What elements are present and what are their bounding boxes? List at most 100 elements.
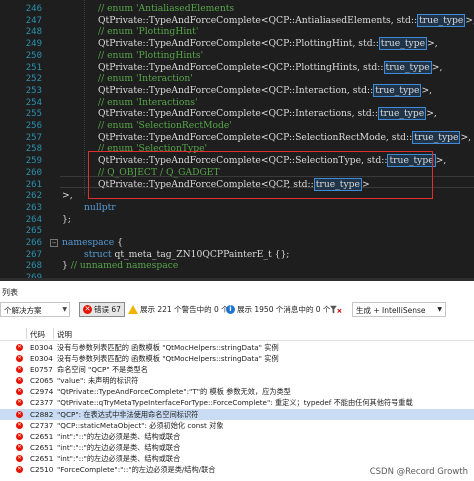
line-number: 265 (25, 226, 42, 237)
code-token: >, (435, 155, 447, 167)
fold-toggle[interactable]: − (50, 239, 58, 247)
line-number: 258 (25, 144, 42, 155)
line-number: 268 (25, 261, 42, 272)
error-icon: ✕ (16, 421, 23, 429)
code-line[interactable]: // enum 'SelectionRectMode' (98, 120, 232, 131)
code-line[interactable]: QtPrivate::TypeAndForceComplete<QCP::Ant… (98, 13, 474, 27)
code-line[interactable]: QtPrivate::TypeAndForceComplete<QCP::Plo… (98, 60, 442, 74)
error-description: 命名空间 "QCP" 不是类型名 (57, 365, 148, 375)
code-token: // enum 'Interactions' (98, 96, 198, 108)
error-description: "int":"::"的左边必须是类、结构或联合 (57, 442, 181, 452)
line-number: 252 (25, 74, 42, 85)
code-line[interactable]: QtPrivate::TypeAndForceComplete<QCP::Plo… (98, 37, 438, 51)
line-number: 251 (25, 62, 42, 73)
warnings-filter-button[interactable]: 展示 221 个警告中的 0 个 (124, 302, 233, 317)
error-code: C2510 (30, 465, 54, 475)
code-line[interactable]: namespace { (62, 237, 123, 248)
code-token: QtPrivate::TypeAndForceComplete<QCP::Plo… (98, 61, 384, 73)
code-token: // enum 'Interaction' (98, 73, 193, 85)
code-token: qt_meta_tag_ZN10QCPPainterE_t {}; (111, 248, 290, 260)
code-line[interactable]: QtPrivate::TypeAndForceComplete<QCP::Sel… (98, 130, 471, 144)
column-description[interactable]: 说明 (57, 329, 72, 340)
code-line[interactable]: struct qt_meta_tag_ZN10QCPPainterE_t {}; (84, 249, 289, 260)
error-code: C2065 (30, 376, 54, 386)
highlighted-token: true_type (378, 37, 428, 51)
code-line[interactable]: // enum 'PlottingHints' (98, 50, 203, 61)
table-row[interactable]: ✕ E0304 没有与参数列表匹配的 函数模板 "QtMocHelpers::str… (0, 353, 474, 364)
code-editor[interactable]: 246 247 248 249 250 251 252 253 254 255 256 257 258 2… (0, 0, 474, 278)
code-line[interactable]: nullptr (84, 202, 116, 213)
highlighted-token: true_type (373, 83, 422, 97)
code-token: namespace (62, 237, 115, 248)
errors-filter-button[interactable]: ✕ 错误 67 (79, 302, 125, 317)
chevron-down-icon: ▼ (437, 306, 442, 313)
error-description: "value": 未声明的标识符 (57, 376, 139, 386)
error-icon: ✕ (16, 388, 23, 396)
code-token: QtPrivate::TypeAndForceComplete<QCP::Plo… (98, 38, 379, 50)
line-number: 260 (25, 167, 42, 178)
highlighted-token: true_type (412, 130, 461, 144)
error-icon: ✕ (16, 432, 23, 440)
column-code[interactable]: 代码 (30, 329, 45, 340)
build-source-dropdown[interactable]: 生成 + IntelliSense ▼ (352, 302, 446, 317)
error-icon: ✕ (83, 305, 92, 314)
table-row[interactable]: ✕ C2651 "int":"::"的左边必须是类、结构或联合 (0, 431, 474, 442)
code-line[interactable]: // enum 'Interaction' (98, 73, 193, 84)
code-token: QtPrivate::TypeAndForceComplete<QCP::Ant… (98, 14, 418, 26)
code-line[interactable]: QtPrivate::TypeAndForceComplete<QCP::Int… (98, 83, 433, 97)
code-token: QtPrivate::TypeAndForceComplete<QCP::Int… (98, 108, 378, 120)
build-source-label: 生成 + IntelliSense (356, 306, 426, 315)
error-code: E0304 (30, 343, 53, 352)
code-line[interactable]: QtPrivate::TypeAndForceComplete<QCP::Int… (98, 107, 437, 121)
code-line[interactable]: // enum 'Interactions' (98, 97, 198, 108)
scope-dropdown[interactable]: 个解决方案 ▼ (0, 302, 70, 317)
panel-title: 列表 (2, 288, 18, 297)
code-line[interactable]: } // unnamed namespace (62, 260, 178, 271)
error-description: "int":"::"的左边必须是类、结构或联合 (57, 431, 181, 441)
code-line[interactable]: >, (62, 190, 73, 201)
line-number: 247 (25, 15, 42, 26)
code-token: // enum 'PlottingHints' (98, 49, 204, 61)
clear-filter-icon[interactable] (326, 302, 346, 317)
error-icon: ✕ (16, 466, 23, 474)
table-row[interactable]: ✕ C2974 "QtPrivate::TypeAndForceComplete":… (0, 386, 474, 397)
error-list-toolbar: 个解决方案 ▼ ✕ 错误 67 展示 221 个警告中的 0 个 i 展示 19… (0, 298, 474, 320)
error-list-panel: 列表 个解决方案 ▼ ✕ 错误 67 展示 221 个警告中的 0 个 i 展示… (0, 281, 474, 481)
code-line[interactable]: // enum 'PlottingHint' (98, 26, 198, 37)
table-row[interactable]: ✕ C2651 "int":"::"的左边必须是类、结构或联合 (0, 453, 474, 464)
error-description: "QtPrivate::qTryMetaTypeInterfaceForType… (57, 398, 413, 408)
error-icon: ✕ (16, 355, 23, 363)
code-line[interactable]: // enum 'AntialiasedElements (98, 3, 234, 14)
error-list-header: 代码 说明 (0, 327, 474, 341)
error-icon: ✕ (16, 366, 23, 374)
table-row[interactable]: ✕ C2065 "value": 未声明的标识符 (0, 375, 474, 386)
error-icon: ✕ (16, 377, 23, 385)
code-token: { (114, 237, 123, 248)
line-number: 250 (25, 50, 42, 61)
table-row[interactable]: ✕ C2737 "QCP::staticMetaObject": 必须初始化 con… (0, 420, 474, 431)
code-token: >, (427, 38, 438, 50)
chevron-down-icon: ▼ (62, 306, 67, 313)
line-number: 255 (25, 109, 42, 120)
code-token: struct (84, 248, 112, 260)
error-icon: ✕ (16, 399, 23, 407)
warning-icon (128, 305, 138, 314)
table-row[interactable]: ✕ E0757 命名空间 "QCP" 不是类型名 (0, 364, 474, 375)
error-code: C2651 (30, 453, 54, 463)
code-token: >, (421, 84, 433, 96)
line-number: 253 (25, 85, 42, 96)
error-code: C2651 (30, 442, 54, 452)
table-row[interactable]: ✕ C2651 "int":"::"的左边必须是类、结构或联合 (0, 442, 474, 453)
messages-filter-button[interactable]: i 展示 1950 个消息中的 0 个 (222, 302, 334, 317)
scope-label: 个解决方案 (4, 306, 42, 315)
line-number-gutter: 246 247 248 249 250 251 252 253 254 255 256 257 258 2… (0, 0, 46, 278)
column-status[interactable] (2, 329, 4, 338)
code-line[interactable]: }; (62, 214, 71, 225)
table-row[interactable]: ✕ E0304 没有与参数列表匹配的 函数模板 "QtMocHelpers::str… (0, 342, 474, 353)
table-row[interactable]: ✕ C2377 "QtPrivate::qTryMetaTypeInterfaceF… (0, 397, 474, 408)
code-token: QtPrivate::TypeAndForceComplete<QCP::Int… (98, 84, 374, 96)
table-row[interactable]: ✕ C2882 "QCP": 在表达式中非法使用命名空间标识符 (0, 408, 474, 420)
error-code: C2377 (30, 398, 54, 408)
highlighted-token: true_type (377, 107, 427, 121)
code-token: // unnamed namespace (70, 260, 179, 272)
